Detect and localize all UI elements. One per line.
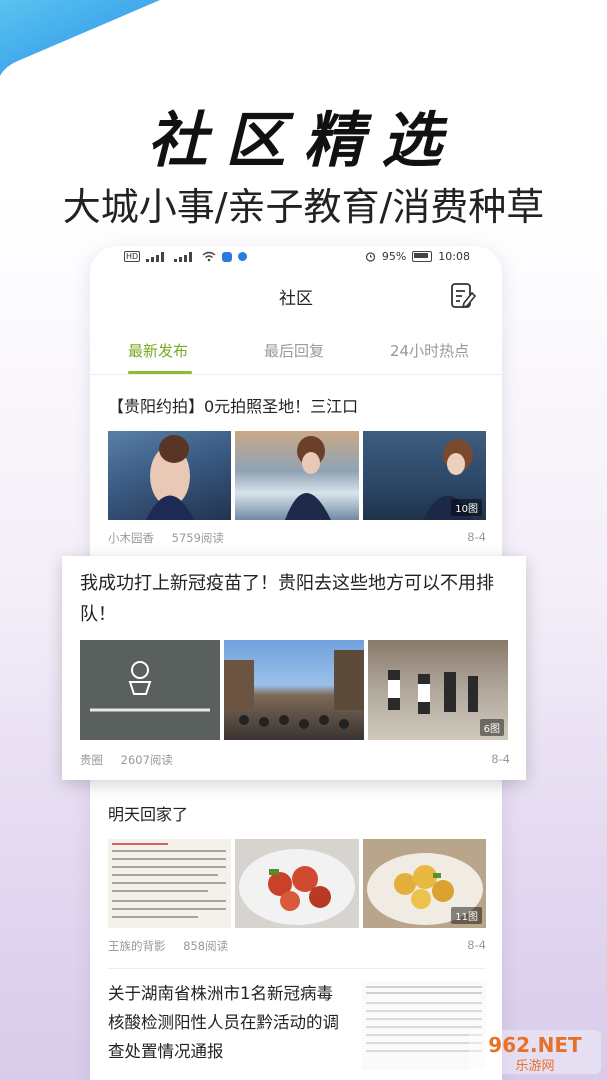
- app-icon: [238, 252, 248, 261]
- post-image[interactable]: 11图: [362, 839, 486, 928]
- svg-text:962.NET: 962.NET: [488, 1033, 582, 1057]
- post-title[interactable]: 我成功打上新冠疫苗了！贵阳去这些地方可以不用排队！: [80, 568, 510, 630]
- battery-percent: 95%: [381, 250, 407, 263]
- shield-app-icon: [222, 251, 233, 262]
- post-item[interactable]: 关于湖南省株洲市1名新冠病毒核酸检测阳性人员在黔活动的调查处置情况通报: [108, 979, 486, 1070]
- image-count-badge: 11图: [451, 907, 482, 924]
- post-date: 8-4: [467, 530, 486, 544]
- post-reads: 5759阅读: [171, 531, 224, 545]
- post-image[interactable]: [224, 640, 364, 740]
- featured-post-card[interactable]: 我成功打上新冠疫苗了！贵阳去这些地方可以不用排队！ 6图 贵圈 2607阅读 8…: [62, 556, 526, 780]
- post-title[interactable]: 明天回家了: [108, 801, 486, 829]
- hd-icon: HD: [124, 251, 141, 262]
- post-date: 8-4: [467, 938, 486, 952]
- status-bar: HD 95% 10:08: [90, 246, 502, 270]
- post-author[interactable]: 王族的背影: [108, 939, 166, 953]
- tab-bar: 最新发布 最后回复 24小时热点: [90, 340, 502, 376]
- post-date: 8-4: [491, 752, 510, 766]
- signal-icon: [146, 251, 168, 262]
- corner-decoration: [0, 0, 160, 76]
- post-reads: 2607阅读: [120, 753, 173, 767]
- tab-24h-hot[interactable]: 24小时热点: [390, 340, 469, 361]
- divider: [108, 968, 486, 969]
- post-reads: 858阅读: [183, 939, 229, 953]
- clock: 10:08: [438, 250, 470, 263]
- watermark-logo: 962.NET 乐游网: [469, 1030, 601, 1074]
- post-image[interactable]: [235, 431, 359, 520]
- compose-icon[interactable]: [450, 282, 476, 310]
- tab-last-reply[interactable]: 最后回复: [264, 340, 324, 361]
- svg-text:乐游网: 乐游网: [515, 1059, 554, 1074]
- divider: [90, 374, 502, 375]
- hero-title: 社区精选: [147, 106, 460, 176]
- post-author[interactable]: 小木园香: [108, 531, 154, 545]
- post-author[interactable]: 贵圈: [80, 753, 103, 767]
- signal-icon: [174, 251, 196, 262]
- wifi-icon: [202, 251, 216, 262]
- post-item[interactable]: 明天回家了 11图 王族的背影 858阅读 8-4: [108, 801, 486, 954]
- post-item[interactable]: 【贵阳约拍】0元拍照圣地！三江口 10图 小木园香 5759阅读 8-4: [108, 393, 486, 546]
- image-count-badge: 10图: [451, 499, 482, 516]
- image-count-badge: 6图: [479, 719, 504, 736]
- hero-subtitle: 大城小事/亲子教育/消费种草: [62, 185, 545, 229]
- post-title[interactable]: 【贵阳约拍】0元拍照圣地！三江口: [108, 393, 486, 421]
- post-item[interactable]: 我成功打上新冠疫苗了！贵阳去这些地方可以不用排队！ 6图 贵圈 2607阅读 8…: [80, 568, 510, 768]
- post-image[interactable]: [80, 640, 220, 740]
- alarm-icon: [365, 252, 375, 262]
- post-image[interactable]: [108, 431, 232, 520]
- tab-latest[interactable]: 最新发布: [128, 340, 188, 361]
- post-image[interactable]: [108, 839, 232, 928]
- post-title[interactable]: 关于湖南省株洲市1名新冠病毒核酸检测阳性人员在黔活动的调查处置情况通报: [108, 979, 348, 1066]
- post-image[interactable]: 10图: [362, 431, 486, 520]
- post-image[interactable]: [362, 981, 486, 1070]
- post-image[interactable]: [235, 839, 359, 928]
- page-title: 社区: [279, 289, 313, 309]
- post-image[interactable]: 6图: [368, 640, 508, 740]
- battery-icon: [412, 251, 433, 262]
